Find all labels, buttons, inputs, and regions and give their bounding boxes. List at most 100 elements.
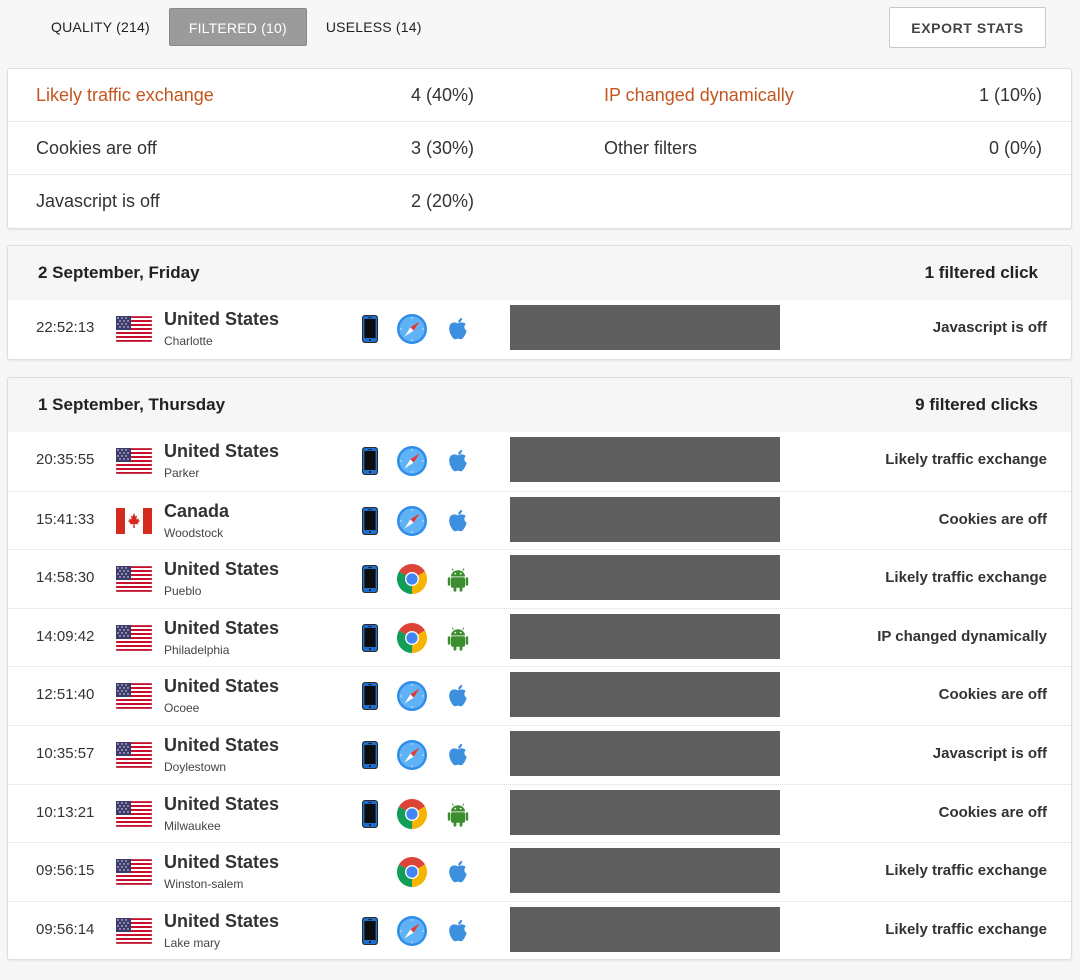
safari-icon: [396, 313, 428, 345]
tab-quality[interactable]: QUALITY (214): [32, 8, 169, 46]
apple-icon: [442, 445, 474, 477]
android-icon: [442, 798, 474, 830]
click-time: 12:51:40: [36, 686, 95, 704]
click-row: 09:56:15 United States Winston-salem Likely…: [8, 842, 1071, 901]
click-time: 22:52:13: [36, 319, 95, 336]
us-flag-icon: [115, 565, 153, 593]
country-name: United States: [164, 617, 280, 638]
click-list: 20:35:55 United States Parker Likely traffi…: [8, 432, 1071, 959]
tab-filtered[interactable]: FILTERED (10): [168, 8, 307, 46]
android-icon: [442, 622, 474, 654]
filter-summary: Likely traffic exchange 4 (40%) IP chang…: [7, 68, 1072, 229]
city-name: Pueblo: [164, 584, 202, 599]
android-icon: [442, 563, 474, 595]
summary-label: Cookies are off: [36, 138, 157, 158]
click-row: 10:35:57 United States Doylestown Javascrip…: [8, 724, 1071, 784]
country-name: United States: [164, 676, 280, 697]
redacted-block: [510, 555, 780, 601]
mobile-phone-icon: [354, 798, 386, 830]
filter-tabs: QUALITY (214) FILTERED (10) USELESS (14): [32, 8, 441, 46]
chrome-icon: [396, 622, 428, 654]
summary-label: Javascript is off: [36, 191, 160, 211]
safari-icon: [396, 445, 428, 477]
group-click-count: 1 filtered click: [924, 263, 1038, 282]
redacted-block: [510, 437, 780, 482]
click-time: 10:35:57: [36, 744, 95, 762]
click-time: 20:35:55: [36, 451, 95, 468]
country-name: United States: [164, 793, 280, 814]
redacted-block: [510, 613, 780, 659]
click-time: 15:41:33: [36, 510, 95, 528]
country-name: United States: [164, 852, 280, 873]
click-row: 22:52:13 United States Charlotte Javascript…: [8, 300, 1071, 359]
day-group-header: 1 September, Thursday 9 filtered clicks: [8, 378, 1071, 432]
click-row: 20:35:55 United States Parker Likely traffi…: [8, 432, 1071, 491]
summary-value: 0 (0%): [988, 138, 1042, 158]
summary-row: Cookies are off 3 (30%) Other filters 0 …: [8, 122, 1071, 175]
summary-value: 1 (10%): [978, 85, 1042, 105]
safari-icon: [396, 680, 428, 712]
filter-reason: Likely traffic exchange: [885, 451, 1047, 468]
group-date: 1 September, Thursday: [38, 395, 226, 414]
export-stats-button[interactable]: EXPORT STATS: [889, 7, 1046, 48]
day-group-header: 2 September, Friday 1 filtered click: [8, 246, 1071, 300]
click-time: 10:13:21: [36, 803, 95, 821]
country-name: Canada: [164, 500, 230, 521]
day-group: 2 September, Friday 1 filtered click 22:…: [7, 245, 1072, 360]
redacted-block: [510, 496, 780, 542]
filter-reason: Likely traffic exchange: [885, 920, 1047, 938]
tab-useless[interactable]: USELESS (14): [307, 8, 441, 46]
filter-reason: Likely traffic exchange: [885, 569, 1047, 587]
click-time: 14:58:30: [36, 569, 95, 587]
summary-value: 3 (30%): [410, 138, 474, 158]
safari-icon: [396, 505, 428, 537]
redacted-block: [510, 848, 780, 894]
click-row: 15:41:33 Canada Woodstock Cookies are off: [8, 490, 1071, 550]
click-row: 09:56:14 United States Lake mary Likely tra…: [8, 900, 1071, 959]
summary-label: IP changed dynamically: [604, 85, 794, 105]
us-flag-icon: [115, 800, 153, 827]
mobile-phone-icon: [354, 313, 386, 345]
country-name: United States: [164, 910, 280, 931]
chrome-icon: [396, 798, 428, 830]
click-time: 09:56:14: [36, 920, 95, 938]
ca-flag-icon: [116, 507, 152, 534]
click-list: 22:52:13 United States Charlotte Javascript…: [8, 300, 1071, 359]
mobile-phone-icon: [354, 739, 386, 771]
safari-icon: [396, 915, 428, 947]
click-row: 10:13:21 United States Milwaukee Cookies ar…: [8, 783, 1071, 843]
mobile-phone-icon: [354, 445, 386, 477]
redacted-block: [510, 305, 780, 350]
top-bar: QUALITY (214) FILTERED (10) USELESS (14)…: [0, 0, 1080, 60]
apple-icon: [442, 313, 474, 345]
us-flag-icon: [115, 741, 153, 769]
summary-label: Other filters: [604, 138, 698, 158]
redacted-block: [510, 789, 780, 835]
apple-icon: [442, 680, 474, 712]
filter-reason: IP changed dynamically: [877, 627, 1047, 645]
us-flag-icon: [115, 315, 153, 343]
country-name: United States: [164, 734, 280, 755]
filter-reason: Cookies are off: [938, 510, 1047, 528]
us-flag-icon: [115, 858, 153, 886]
city-name: Woodstock: [164, 525, 224, 540]
country-name: United States: [164, 441, 280, 461]
city-name: Milwaukee: [164, 818, 221, 833]
apple-icon: [442, 739, 474, 771]
group-click-count: 9 filtered clicks: [915, 395, 1038, 414]
chrome-icon: [396, 856, 428, 888]
summary-row: Javascript is off 2 (20%): [8, 175, 1071, 228]
redacted-block: [510, 730, 780, 776]
filter-reason: Cookies are off: [938, 803, 1047, 821]
summary-label: Likely traffic exchange: [36, 85, 214, 105]
mobile-phone-icon: [354, 563, 386, 595]
country-name: United States: [164, 309, 280, 329]
city-name: Winston-salem: [164, 877, 244, 892]
filter-reason: Javascript is off: [932, 319, 1047, 336]
city-name: Lake mary: [164, 935, 221, 950]
apple-icon: [442, 505, 474, 537]
click-row: 14:58:30 United States Pueblo Likely traffi…: [8, 549, 1071, 608]
us-flag-icon: [115, 447, 153, 475]
click-row: 14:09:42 United States Philadelphia IP chan…: [8, 607, 1071, 667]
click-time: 09:56:15: [36, 862, 95, 880]
